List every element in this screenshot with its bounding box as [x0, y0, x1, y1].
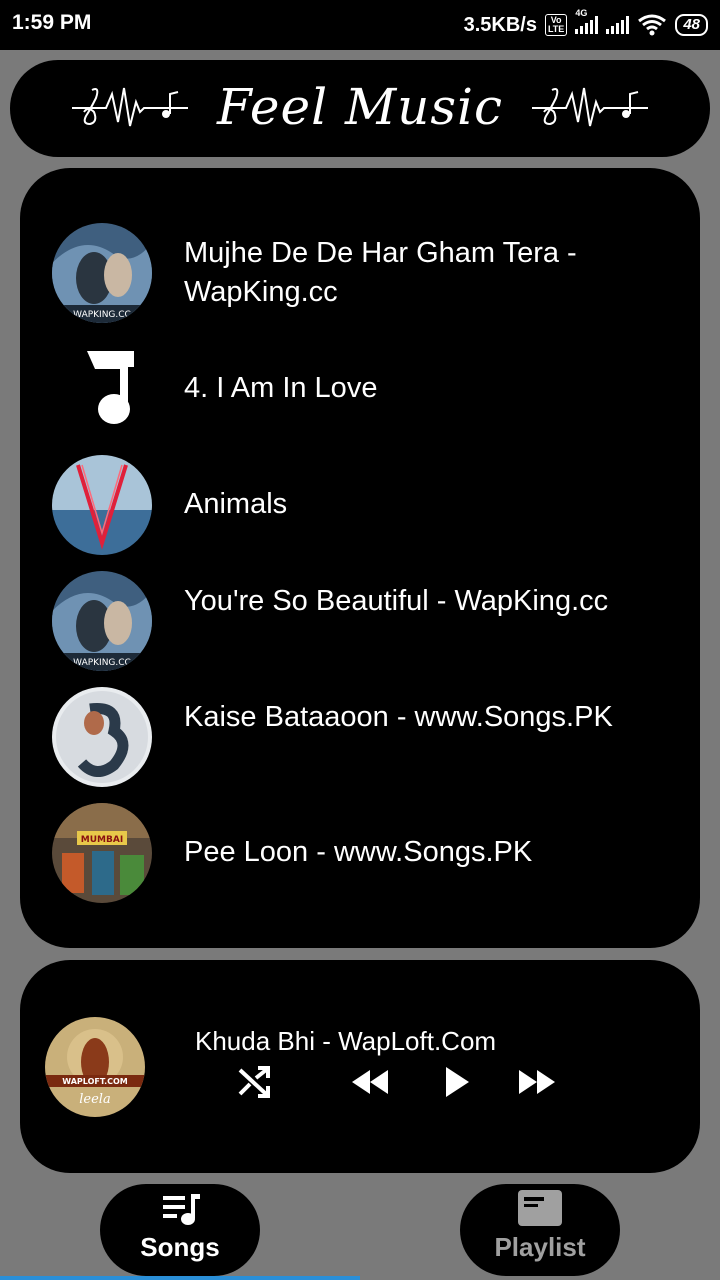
song-title: You're So Beautiful - WapKing.cc	[184, 585, 609, 617]
tab-label: Songs	[140, 1232, 220, 1262]
play-icon[interactable]	[442, 1064, 472, 1100]
tab-songs[interactable]: Songs	[100, 1184, 260, 1276]
album-art-v	[52, 455, 152, 555]
status-bar: 1:59 PM 3.5KB/s Vo LTE 4G 48	[0, 0, 720, 50]
song-title: Mujhe De De Har Gham Tera - WapKing.cc	[184, 237, 577, 308]
album-art-romantic: WAPKING.CC	[52, 571, 152, 671]
song-title: Pee Loon - www.Songs.PK	[184, 836, 533, 868]
fast-forward-icon[interactable]	[517, 1064, 557, 1100]
now-playing-title: Khuda Bhi - WapLoft.Com	[195, 1026, 497, 1056]
song-list-item[interactable]: 4. I Am In Love	[20, 339, 700, 439]
song-title: Animals	[184, 488, 288, 520]
songs-list-icon	[163, 1194, 200, 1225]
art-caption: WAPKING.CC	[73, 310, 131, 320]
art-caption: WAPKING.CC	[73, 658, 131, 668]
now-art-caption: WAPLOFT.COM	[62, 1077, 128, 1086]
song-list-item[interactable]: Animals	[20, 455, 700, 555]
music-heartbeat-icon	[532, 87, 648, 127]
cell-signal-icon: 4G	[575, 8, 599, 34]
tab-label: Playlist	[494, 1232, 586, 1262]
song-list: WAPKING.CC Mujhe De De Har Gham Tera - W…	[20, 168, 700, 948]
album-art-mumbai: MUMBAI	[52, 803, 152, 903]
volte-bottom-label: LTE	[547, 24, 565, 34]
album-art-3	[52, 687, 152, 787]
playlist-icon	[518, 1190, 562, 1226]
song-list-item[interactable]: WAPKING.CC You're So Beautiful - WapKing…	[20, 571, 700, 671]
song-list-item[interactable]: MUMBAI Pee Loon - www.Songs.PK	[20, 803, 700, 903]
song-list-item[interactable]: Kaise Bataaoon - www.Songs.PK	[20, 687, 700, 787]
network-type-label: 4G	[575, 8, 588, 18]
battery-icon: 48	[675, 14, 708, 36]
cell-signal-2-icon	[606, 16, 630, 34]
wifi-icon	[638, 14, 667, 36]
now-playing-bar: WAPLOFT.COM leela Khuda Bhi - WapLoft.Co…	[20, 960, 700, 1173]
song-list-item[interactable]: WAPKING.CC Mujhe De De Har Gham Tera - W…	[20, 223, 700, 323]
song-title: Kaise Bataaoon - www.Songs.PK	[184, 701, 613, 733]
status-time: 1:59 PM	[12, 11, 92, 34]
song-title: 4. I Am In Love	[184, 372, 378, 404]
app-header: Feel Music	[10, 60, 710, 157]
network-speed: 3.5KB/s	[463, 13, 537, 36]
tab-indicator	[0, 1276, 360, 1280]
now-playing-art: WAPLOFT.COM leela	[45, 1017, 145, 1117]
album-art-romantic: WAPKING.CC	[52, 223, 152, 323]
art-caption: MUMBAI	[81, 835, 123, 845]
volte-icon: Vo LTE	[544, 14, 568, 36]
status-indicators: 3.5KB/s Vo LTE 4G 48	[463, 8, 708, 39]
rewind-icon[interactable]	[350, 1064, 390, 1100]
music-note-icon	[52, 339, 152, 439]
tab-playlist[interactable]: Playlist	[460, 1184, 620, 1276]
battery-level: 48	[683, 16, 700, 33]
shuffle-icon[interactable]	[236, 1064, 272, 1100]
now-art-caption-2: leela	[79, 1092, 110, 1107]
